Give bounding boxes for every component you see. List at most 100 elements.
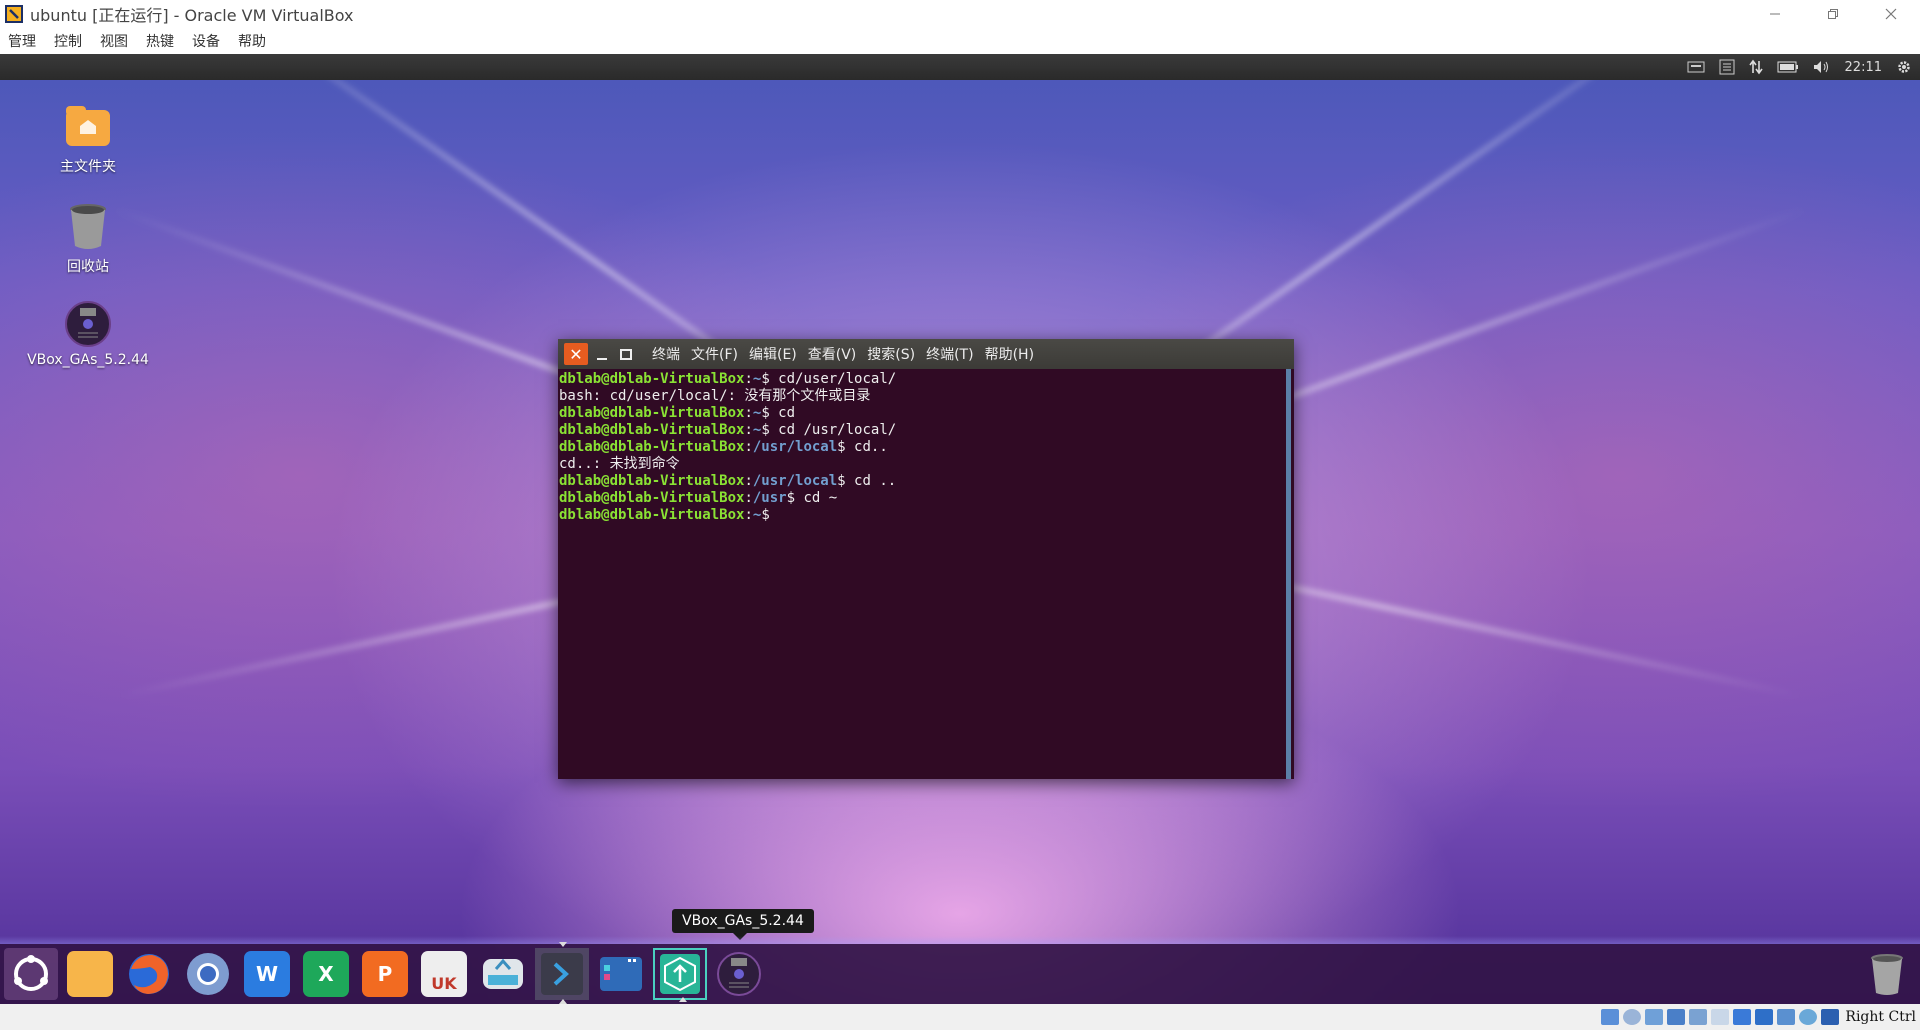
dock-item-trash[interactable] — [1860, 948, 1914, 1000]
close-icon — [1885, 8, 1897, 20]
terminal-menu-help[interactable]: 帮助(H) — [985, 344, 1034, 364]
shared-folders-icon[interactable] — [1711, 1009, 1730, 1025]
minimize-button[interactable] — [1746, 0, 1804, 28]
network-icon[interactable] — [1748, 59, 1763, 75]
host-statusbar: Right Ctrl — [0, 1004, 1920, 1030]
desktop-icon-vbox-gas[interactable]: VBox_GAs_5.2.44 — [27, 300, 149, 368]
dock-item-software-center[interactable]: UK — [417, 948, 471, 1000]
terminal-line: dblab@dblab-VirtualBox:/usr$ cd ~ — [559, 490, 838, 506]
workspace-switcher-icon — [600, 957, 642, 991]
terminal-maximize-button[interactable] — [616, 343, 636, 365]
terminal-line: dblab@dblab-VirtualBox:~$ cd /usr/local/ — [559, 422, 897, 438]
trash-icon — [1871, 954, 1903, 995]
input-method-icon[interactable] — [1719, 59, 1735, 75]
video-capture-icon[interactable] — [1755, 1009, 1774, 1025]
desktop-icon-label: VBox_GAs_5.2.44 — [27, 352, 149, 368]
dock-tooltip: VBox_GAs_5.2.44 — [672, 909, 814, 933]
menu-help[interactable]: 帮助 — [238, 31, 266, 51]
usb-icon[interactable] — [1689, 1009, 1708, 1025]
dock-item-terminal[interactable] — [535, 942, 589, 1004]
terminal-titlebar[interactable]: ✕ 终端 文件(F) 编辑(E) 查看(V) 搜索(S) 终端(T) 帮助(H) — [558, 339, 1294, 369]
cd-icon — [717, 952, 761, 996]
mouse-integration-icon[interactable] — [1799, 1009, 1818, 1025]
dock-item-workspace[interactable] — [594, 948, 648, 1000]
keyboard-icon[interactable] — [1687, 60, 1705, 74]
terminal-line: dblab@dblab-VirtualBox:~$ — [559, 507, 770, 523]
gear-icon[interactable] — [1896, 59, 1912, 75]
terminal-menu-terminal-title[interactable]: 终端 — [652, 344, 680, 364]
terminal-window[interactable]: ✕ 终端 文件(F) 编辑(E) 查看(V) 搜索(S) 终端(T) 帮助(H)… — [558, 339, 1294, 779]
restore-button[interactable] — [1804, 0, 1862, 28]
dock-item-updater[interactable] — [653, 948, 707, 1002]
terminal-line: dblab@dblab-VirtualBox:/usr/local$ cd .. — [559, 473, 897, 489]
volume-icon[interactable] — [1813, 60, 1831, 74]
dock-item-firefox[interactable] — [122, 948, 176, 1000]
launcher-dock: W X P UK — [0, 942, 1920, 1004]
host-key-label: Right Ctrl — [1845, 1009, 1916, 1025]
virtualization-icon[interactable] — [1777, 1009, 1796, 1025]
files-folder-icon — [67, 951, 113, 997]
terminal-close-button[interactable]: ✕ — [564, 343, 588, 365]
desktop-icon-home[interactable]: 主文件夹 — [28, 100, 148, 176]
terminal-menu-edit[interactable]: 编辑(E) — [749, 344, 797, 364]
menu-hotkey[interactable]: 热键 — [146, 31, 174, 51]
host-menubar: 管理 控制 视图 热键 设备 帮助 — [0, 28, 1920, 54]
dock-glow — [0, 936, 1920, 944]
terminal-line: dblab@dblab-VirtualBox:~$ cd/user/local/ — [559, 371, 897, 387]
display-icon[interactable] — [1733, 1009, 1752, 1025]
host-window-title: ubuntu [正在运行] - Oracle VM VirtualBox — [30, 6, 354, 25]
hard-disk-icon[interactable] — [1601, 1009, 1620, 1025]
maximize-icon — [620, 349, 632, 360]
terminal-output[interactable]: dblab@dblab-VirtualBox:~$ cd/user/local/… — [558, 369, 1284, 779]
terminal-line: dblab@dblab-VirtualBox:/usr/local$ cd.. — [559, 439, 888, 455]
trash-icon — [70, 204, 106, 249]
optical-drive-icon[interactable] — [1623, 1009, 1642, 1025]
wps-writer-icon: W — [244, 951, 290, 997]
dock-item-wps-spreadsheet[interactable]: X — [299, 948, 353, 1000]
terminal-icon — [541, 953, 583, 995]
clock[interactable]: 22:11 — [1845, 60, 1882, 75]
guest-top-panel: 22:11 — [0, 54, 1920, 80]
menu-devices[interactable]: 设备 — [192, 31, 220, 51]
backup-drive-icon — [483, 958, 523, 989]
terminal-scrollbar[interactable] — [1286, 369, 1291, 779]
dock-item-wps-presentation[interactable]: P — [358, 948, 412, 1000]
keyboard-capture-icon[interactable] — [1821, 1009, 1840, 1025]
terminal-menubar: 终端 文件(F) 编辑(E) 查看(V) 搜索(S) 终端(T) 帮助(H) — [652, 344, 1045, 364]
dock-item-vbox-cd[interactable] — [712, 948, 766, 1000]
ubuntu-launcher-icon — [14, 955, 48, 991]
menu-control[interactable]: 控制 — [54, 31, 82, 51]
dock-item-wps-writer[interactable]: W — [240, 948, 294, 1000]
terminal-line: bash: cd/user/local/: 没有那个文件或目录 — [559, 388, 871, 404]
network-adapter-icon[interactable] — [1667, 1009, 1686, 1025]
desktop-icon-trash[interactable]: 回收站 — [28, 200, 148, 276]
audio-icon[interactable] — [1645, 1009, 1664, 1025]
terminal-minimize-button[interactable] — [592, 343, 612, 365]
terminal-line: dblab@dblab-VirtualBox:~$ cd — [559, 405, 796, 421]
cd-icon — [65, 301, 111, 347]
chromium-icon — [187, 953, 229, 995]
terminal-menu-search[interactable]: 搜索(S) — [867, 344, 915, 364]
running-indicator-icon — [679, 997, 687, 1002]
terminal-line: cd..: 未找到命令 — [559, 456, 680, 472]
running-indicator-icon — [559, 942, 567, 947]
terminal-menu-file[interactable]: 文件(F) — [691, 344, 738, 364]
guest-screen[interactable]: 22:11 主文件夹 回收站 VBox_GAs_5.2.44 ✕ 终端 文件(F… — [0, 54, 1920, 1004]
close-icon: ✕ — [569, 344, 583, 364]
menu-view[interactable]: 视图 — [100, 31, 128, 51]
wps-spreadsheet-icon: X — [303, 951, 349, 997]
software-updater-icon — [660, 954, 700, 994]
firefox-icon — [129, 954, 169, 994]
wps-presentation-icon: P — [362, 951, 408, 997]
home-folder-icon — [66, 106, 110, 146]
dock-item-files[interactable] — [63, 948, 117, 1000]
battery-icon[interactable] — [1777, 61, 1799, 73]
close-button[interactable] — [1862, 0, 1920, 28]
dock-item-ubuntu[interactable] — [4, 948, 58, 1000]
dock-item-backup[interactable] — [476, 948, 530, 1000]
ubuntu-software-icon: UK — [421, 951, 467, 997]
terminal-menu-view[interactable]: 查看(V) — [808, 344, 857, 364]
dock-item-chromium[interactable] — [181, 948, 235, 1000]
menu-manage[interactable]: 管理 — [8, 31, 36, 51]
terminal-menu-terminal[interactable]: 终端(T) — [926, 344, 973, 364]
